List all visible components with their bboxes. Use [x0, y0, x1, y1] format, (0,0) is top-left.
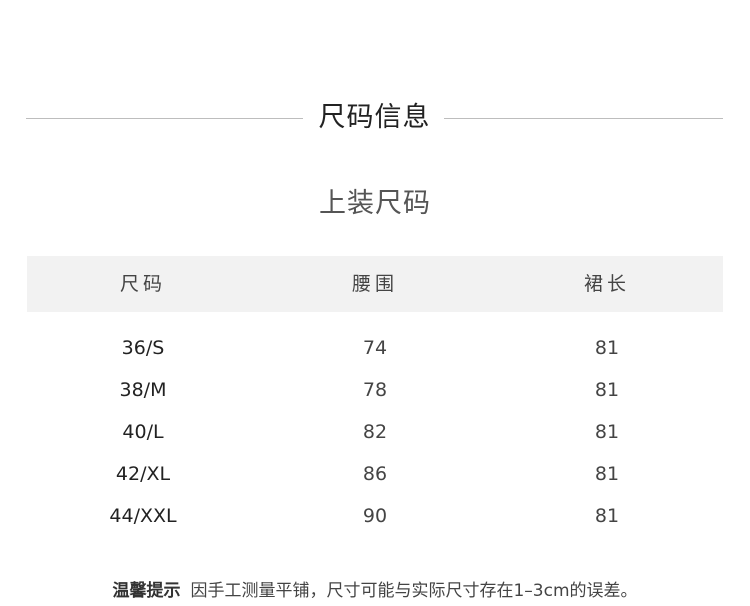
table-row: 40/L 82 81	[27, 411, 723, 453]
sub-title: 上装尺码	[319, 188, 431, 219]
header-skirt-length: 裙长	[583, 273, 630, 295]
note-text: 因手工测量平铺，尺寸可能与实际尺寸存在1–3cm的误差。	[190, 581, 638, 601]
section-title-row: 尺码信息	[26, 96, 723, 140]
length-cell: 81	[594, 505, 620, 527]
note-label: 温馨提示	[112, 581, 181, 601]
length-cell: 81	[594, 421, 620, 443]
waist-cell: 82	[362, 421, 388, 443]
waist-cell: 90	[362, 505, 388, 527]
waist-cell: 74	[362, 337, 388, 359]
header-size: 尺码	[119, 273, 166, 295]
size-table-header: 尺码 腰围 裙长	[27, 256, 723, 312]
size-cell: 44/XXL	[109, 505, 177, 527]
header-waist: 腰围	[351, 273, 398, 295]
measurement-note: 温馨提示 因手工测量平铺，尺寸可能与实际尺寸存在1–3cm的误差。	[0, 576, 750, 606]
size-table-body: 36/S 74 81 38/M 78 81 40/L 82 81 42/XL 8…	[27, 327, 723, 537]
table-row: 36/S 74 81	[27, 327, 723, 369]
waist-cell: 78	[362, 379, 388, 401]
length-cell: 81	[594, 463, 620, 485]
size-cell: 42/XL	[115, 463, 171, 485]
table-row: 42/XL 86 81	[27, 453, 723, 495]
waist-cell: 86	[362, 463, 388, 485]
size-cell: 38/M	[119, 379, 167, 401]
size-cell: 36/S	[121, 337, 165, 359]
length-cell: 81	[594, 379, 620, 401]
size-cell: 40/L	[122, 421, 164, 443]
divider-right	[444, 118, 723, 119]
length-cell: 81	[594, 337, 620, 359]
table-row: 38/M 78 81	[27, 369, 723, 411]
table-row: 44/XXL 90 81	[27, 495, 723, 537]
